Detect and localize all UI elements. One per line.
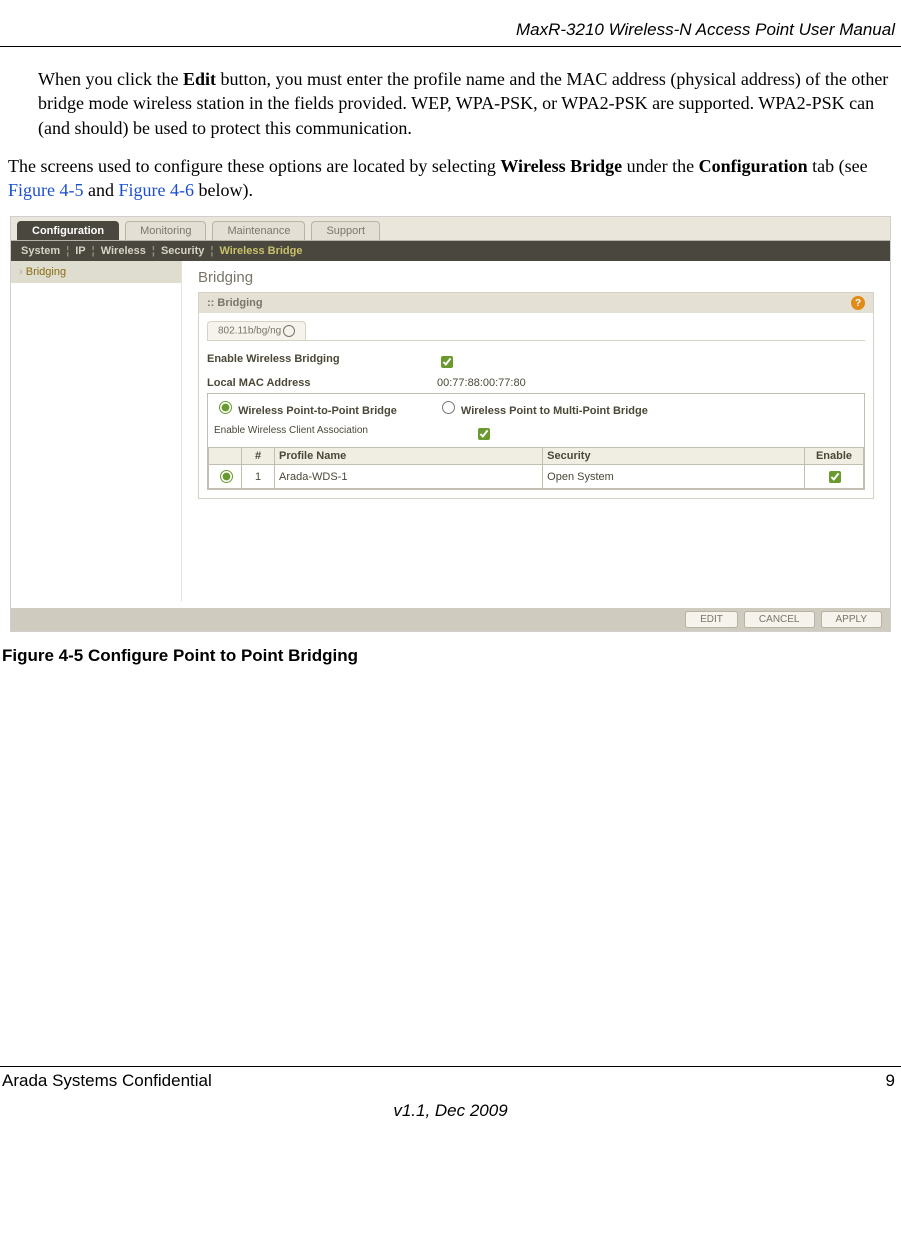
- row-enable-checkbox[interactable]: [829, 471, 841, 483]
- tab-support[interactable]: Support: [311, 221, 380, 240]
- figure-caption: Figure 4-5 Configure Point to Point Brid…: [2, 646, 901, 666]
- tab-80211[interactable]: 802.11b/bg/ng: [207, 321, 306, 340]
- inner-tab-label: 802.11b/bg/ng: [218, 326, 281, 337]
- page-title: Bridging: [198, 269, 874, 286]
- local-mac-label: Local MAC Address: [207, 377, 437, 389]
- radio-p2p[interactable]: Wireless Point-to-Point Bridge: [214, 398, 397, 417]
- enable-bridging-label: Enable Wireless Bridging: [207, 353, 437, 371]
- row-security: Open System: [543, 465, 805, 489]
- col-security: Security: [543, 448, 805, 465]
- p2-post: below).: [194, 180, 253, 200]
- footer-version: v1.1, Dec 2009: [0, 1101, 901, 1121]
- enable-bridging-checkbox[interactable]: [441, 356, 453, 368]
- radio-p2p-label: Wireless Point-to-Point Bridge: [238, 405, 397, 417]
- row-profile: Arada-WDS-1: [275, 465, 543, 489]
- paragraph-1: When you click the Edit button, you must…: [38, 67, 893, 140]
- cancel-button[interactable]: CANCEL: [744, 611, 815, 628]
- radio-p2mp-label: Wireless Point to Multi-Point Bridge: [461, 405, 648, 417]
- config-screenshot: Configuration Monitoring Maintenance Sup…: [10, 216, 891, 632]
- apply-button[interactable]: APPLY: [821, 611, 883, 628]
- row-num: 1: [242, 465, 275, 489]
- action-bar: EDIT CANCEL APPLY: [11, 608, 890, 631]
- sub-nav: System ¦ IP ¦ Wireless ¦ Security ¦ Wireless…: [11, 241, 890, 261]
- sidebar: Bridging: [11, 261, 182, 601]
- p1-pre: When you click the: [38, 69, 183, 89]
- client-assoc-label: Enable Wireless Client Association: [214, 425, 474, 443]
- subnav-ip[interactable]: IP: [75, 245, 85, 257]
- row-select-radio[interactable]: [220, 470, 233, 483]
- p2-mid2: tab (see: [808, 156, 868, 176]
- p2-mid1: under the: [622, 156, 698, 176]
- paragraph-2: The screens used to configure these opti…: [8, 154, 893, 203]
- radio-p2mp[interactable]: Wireless Point to Multi-Point Bridge: [437, 398, 648, 417]
- wifi-icon: [283, 325, 295, 337]
- edit-button[interactable]: EDIT: [685, 611, 738, 628]
- p1-bold-edit: Edit: [183, 69, 216, 89]
- client-assoc-checkbox[interactable]: [478, 428, 490, 440]
- bridging-panel: :: Bridging ? 802.11b/bg/ng Enable Wirel…: [198, 292, 874, 499]
- help-icon[interactable]: ?: [851, 296, 865, 310]
- link-figure-4-6[interactable]: Figure 4-6: [119, 180, 195, 200]
- p2-bold-config: Configuration: [699, 156, 808, 176]
- profile-table: # Profile Name Security Enable 1 Arada-W…: [208, 447, 864, 489]
- link-figure-4-5[interactable]: Figure 4-5: [8, 180, 84, 200]
- subnav-security[interactable]: Security: [161, 245, 204, 257]
- tab-maintenance[interactable]: Maintenance: [212, 221, 305, 240]
- tab-configuration[interactable]: Configuration: [17, 221, 119, 240]
- col-select: [209, 448, 242, 465]
- p2-pre: The screens used to configure these opti…: [8, 156, 500, 176]
- sep-icon: ¦: [210, 245, 213, 257]
- footer-left: Arada Systems Confidential: [2, 1071, 212, 1091]
- panel-header-label: :: Bridging: [207, 297, 263, 309]
- subnav-system[interactable]: System: [21, 245, 60, 257]
- tab-monitoring[interactable]: Monitoring: [125, 221, 206, 240]
- sep-icon: ¦: [152, 245, 155, 257]
- p2-mid3: and: [84, 180, 119, 200]
- footer-page-number: 9: [886, 1071, 895, 1091]
- p2-bold-wb: Wireless Bridge: [500, 156, 622, 176]
- col-enable: Enable: [805, 448, 864, 465]
- table-row[interactable]: 1 Arada-WDS-1 Open System: [209, 465, 864, 489]
- doc-header: MaxR-3210 Wireless-N Access Point User M…: [0, 20, 901, 46]
- sep-icon: ¦: [92, 245, 95, 257]
- sep-icon: ¦: [66, 245, 69, 257]
- col-profile-name: Profile Name: [275, 448, 543, 465]
- subnav-wireless-bridge[interactable]: Wireless Bridge: [219, 245, 302, 257]
- subnav-wireless[interactable]: Wireless: [101, 245, 146, 257]
- col-num: #: [242, 448, 275, 465]
- sidebar-item-bridging[interactable]: Bridging: [11, 261, 181, 283]
- main-tabs: Configuration Monitoring Maintenance Sup…: [11, 217, 890, 241]
- local-mac-value: 00:77:88:00:77:80: [437, 377, 526, 389]
